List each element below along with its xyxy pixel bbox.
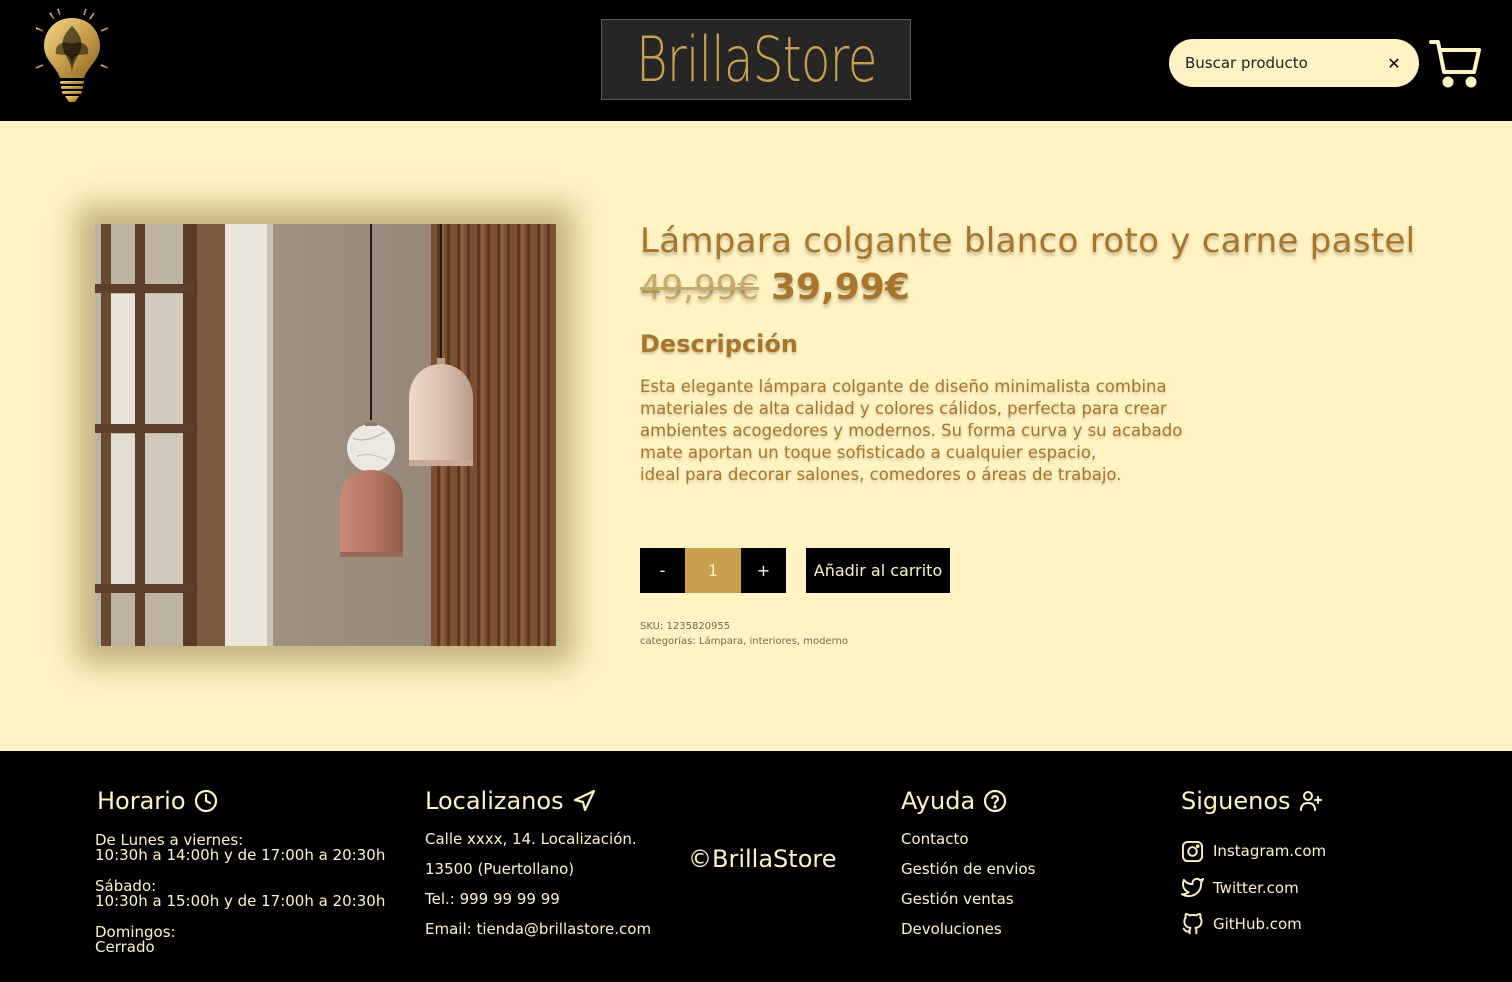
social-link-github[interactable]: GitHub.com — [1181, 906, 1326, 943]
help-link-devoluciones[interactable]: Devoluciones — [901, 921, 1035, 951]
help-circle-icon — [984, 789, 1007, 813]
cart-icon[interactable] — [1428, 36, 1482, 90]
help-link-envios[interactable]: Gestión de envios — [901, 861, 1035, 891]
help-heading: Ayuda — [901, 787, 1035, 815]
user-plus-icon — [1299, 791, 1322, 811]
social-title: Siguenos — [1181, 787, 1291, 815]
location-heading: Localizanos — [425, 787, 651, 815]
product-info: Lámpara colgante blanco roto y carne pas… — [640, 221, 1415, 486]
social-links: Instagram.com Twitter.com GitHub.com — [1181, 833, 1326, 943]
schedule-heading: Horario — [97, 787, 385, 815]
brand-logo[interactable]: BrillaStore — [601, 19, 911, 100]
sku-text: SKU: 1235820955 — [640, 621, 731, 632]
help-link-ventas[interactable]: Gestión ventas — [901, 891, 1035, 921]
social-link-instagram[interactable]: Instagram.com — [1181, 833, 1326, 870]
clock-icon — [194, 789, 217, 813]
social-heading: Siguenos — [1181, 787, 1326, 815]
search-bar: ✕ — [1169, 39, 1419, 87]
product-image — [95, 224, 556, 646]
product-meta: SKU: 1235820955 categorías: Lámpara, int… — [640, 619, 848, 649]
email-line[interactable]: Email: tienda@brillastore.com — [425, 921, 651, 951]
product-description: Esta elegante lámpara colgante de diseño… — [640, 376, 1183, 486]
header: BrillaStore ✕ — [0, 0, 1512, 121]
product-title: Lámpara colgante blanco roto y carne pas… — [640, 221, 1416, 261]
brand-title: BrillaStore — [635, 23, 878, 96]
social-link-twitter[interactable]: Twitter.com — [1181, 870, 1326, 907]
decrease-quantity-button[interactable]: - — [640, 548, 685, 593]
github-icon — [1182, 912, 1203, 934]
twitter-icon — [1181, 878, 1204, 898]
phone-line[interactable]: Tel.: 999 99 99 99 — [425, 891, 651, 921]
old-price: 49,99€ — [640, 268, 759, 308]
description-line: ambientes acogedores y modernos. Su form… — [640, 421, 1183, 440]
footer: Horario De Lunes a viernes: 10:30h a 14:… — [0, 751, 1512, 982]
navigation-arrow-icon — [573, 789, 595, 812]
schedule-column: Horario De Lunes a viernes: 10:30h a 14:… — [95, 787, 385, 971]
copyright: ©BrillaStore — [688, 845, 837, 873]
description-title: Descripción — [640, 330, 798, 358]
description-line: Esta elegante lámpara colgante de diseño… — [640, 377, 1167, 396]
increase-quantity-button[interactable]: + — [741, 548, 786, 593]
weekdays-hours: 10:30h a 14:00h y de 17:00h a 20:30h — [95, 846, 386, 864]
social-column: Siguenos Instagram.com Twitter.com GitHu… — [1181, 787, 1326, 943]
description-line: mate aportan un toque sofisticado a cual… — [640, 443, 1097, 462]
twitter-label: Twitter.com — [1213, 878, 1299, 897]
current-price: 39,99€ — [770, 267, 910, 308]
help-link-contacto[interactable]: Contacto — [901, 831, 1035, 861]
location-list: Calle xxxx, 14. Localización. 13500 (Pue… — [425, 831, 651, 951]
lightbulb-logo-icon[interactable] — [28, 4, 116, 108]
close-icon[interactable]: ✕ — [1381, 50, 1407, 76]
quantity-stepper: - 1 + Añadir al carrito — [640, 548, 950, 593]
description-line: ideal para decorar salones, comedores o … — [640, 465, 1122, 484]
quantity-value[interactable]: 1 — [685, 548, 741, 593]
categories-text: categorías: Lámpara, interiores, moderno — [640, 636, 849, 647]
location-title: Localizanos — [425, 787, 564, 815]
help-column: Ayuda Contacto Gestión de envios Gestión… — [901, 787, 1035, 951]
saturday-hours: 10:30h a 15:00h y de 17:00h a 20:30h — [95, 892, 386, 910]
product-section: Lámpara colgante blanco roto y carne pas… — [0, 121, 1512, 751]
description-line: materiales de alta calidad y colores cál… — [640, 399, 1167, 418]
help-title: Ayuda — [901, 787, 976, 815]
instagram-icon — [1181, 840, 1204, 862]
schedule-title: Horario — [97, 787, 186, 815]
sunday-hours: Cerrado — [95, 938, 155, 956]
search-input[interactable] — [1185, 54, 1381, 72]
instagram-label: Instagram.com — [1213, 842, 1327, 861]
price-block: 49,99€ 39,99€ — [640, 267, 1415, 308]
help-links: Contacto Gestión de envios Gestión venta… — [901, 831, 1035, 951]
schedule-hours: De Lunes a viernes: 10:30h a 14:00h y de… — [95, 833, 385, 955]
github-label: GitHub.com — [1213, 915, 1302, 934]
add-to-cart-button[interactable]: Añadir al carrito — [806, 548, 950, 593]
address-line: Calle xxxx, 14. Localización. — [425, 830, 637, 848]
postal-line: 13500 (Puertollano) — [425, 860, 575, 878]
location-column: Localizanos Calle xxxx, 14. Localización… — [425, 787, 651, 951]
